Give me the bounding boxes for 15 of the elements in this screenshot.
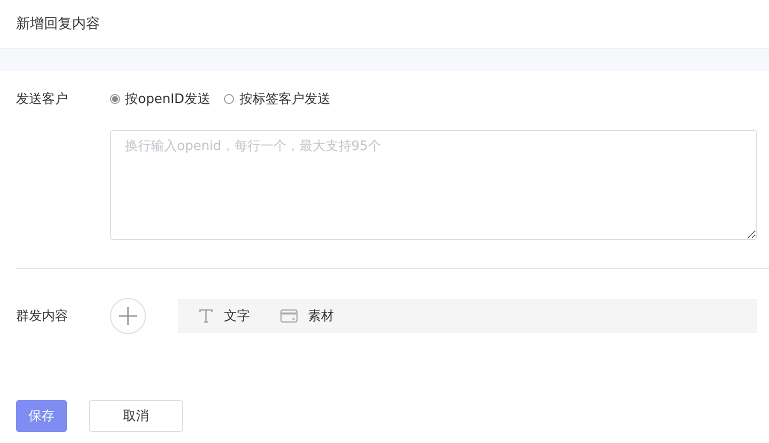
t-icon (198, 309, 214, 323)
field-label: 发送客户 (16, 91, 69, 108)
radio-icon[interactable] (110, 94, 120, 104)
content-type-button[interactable]: 文字 (198, 307, 250, 325)
card-icon (280, 309, 298, 323)
content-type-button[interactable]: 素材 (280, 307, 334, 325)
plus-icon (118, 306, 138, 326)
radio-option[interactable]: 按openID发送 (110, 90, 210, 108)
openid-input-field[interactable]: 换行输入openid，每行一个，最大支持95个 (110, 130, 757, 240)
add-button[interactable] (110, 298, 146, 334)
page-title: 新增回复内容 (15, 15, 101, 34)
cancel-button[interactable]: 取消 (89, 400, 183, 432)
radio-option[interactable]: 按标签客户发送 (224, 90, 330, 108)
field-label: 群发内容 (16, 308, 69, 325)
radio-icon[interactable] (224, 94, 234, 104)
